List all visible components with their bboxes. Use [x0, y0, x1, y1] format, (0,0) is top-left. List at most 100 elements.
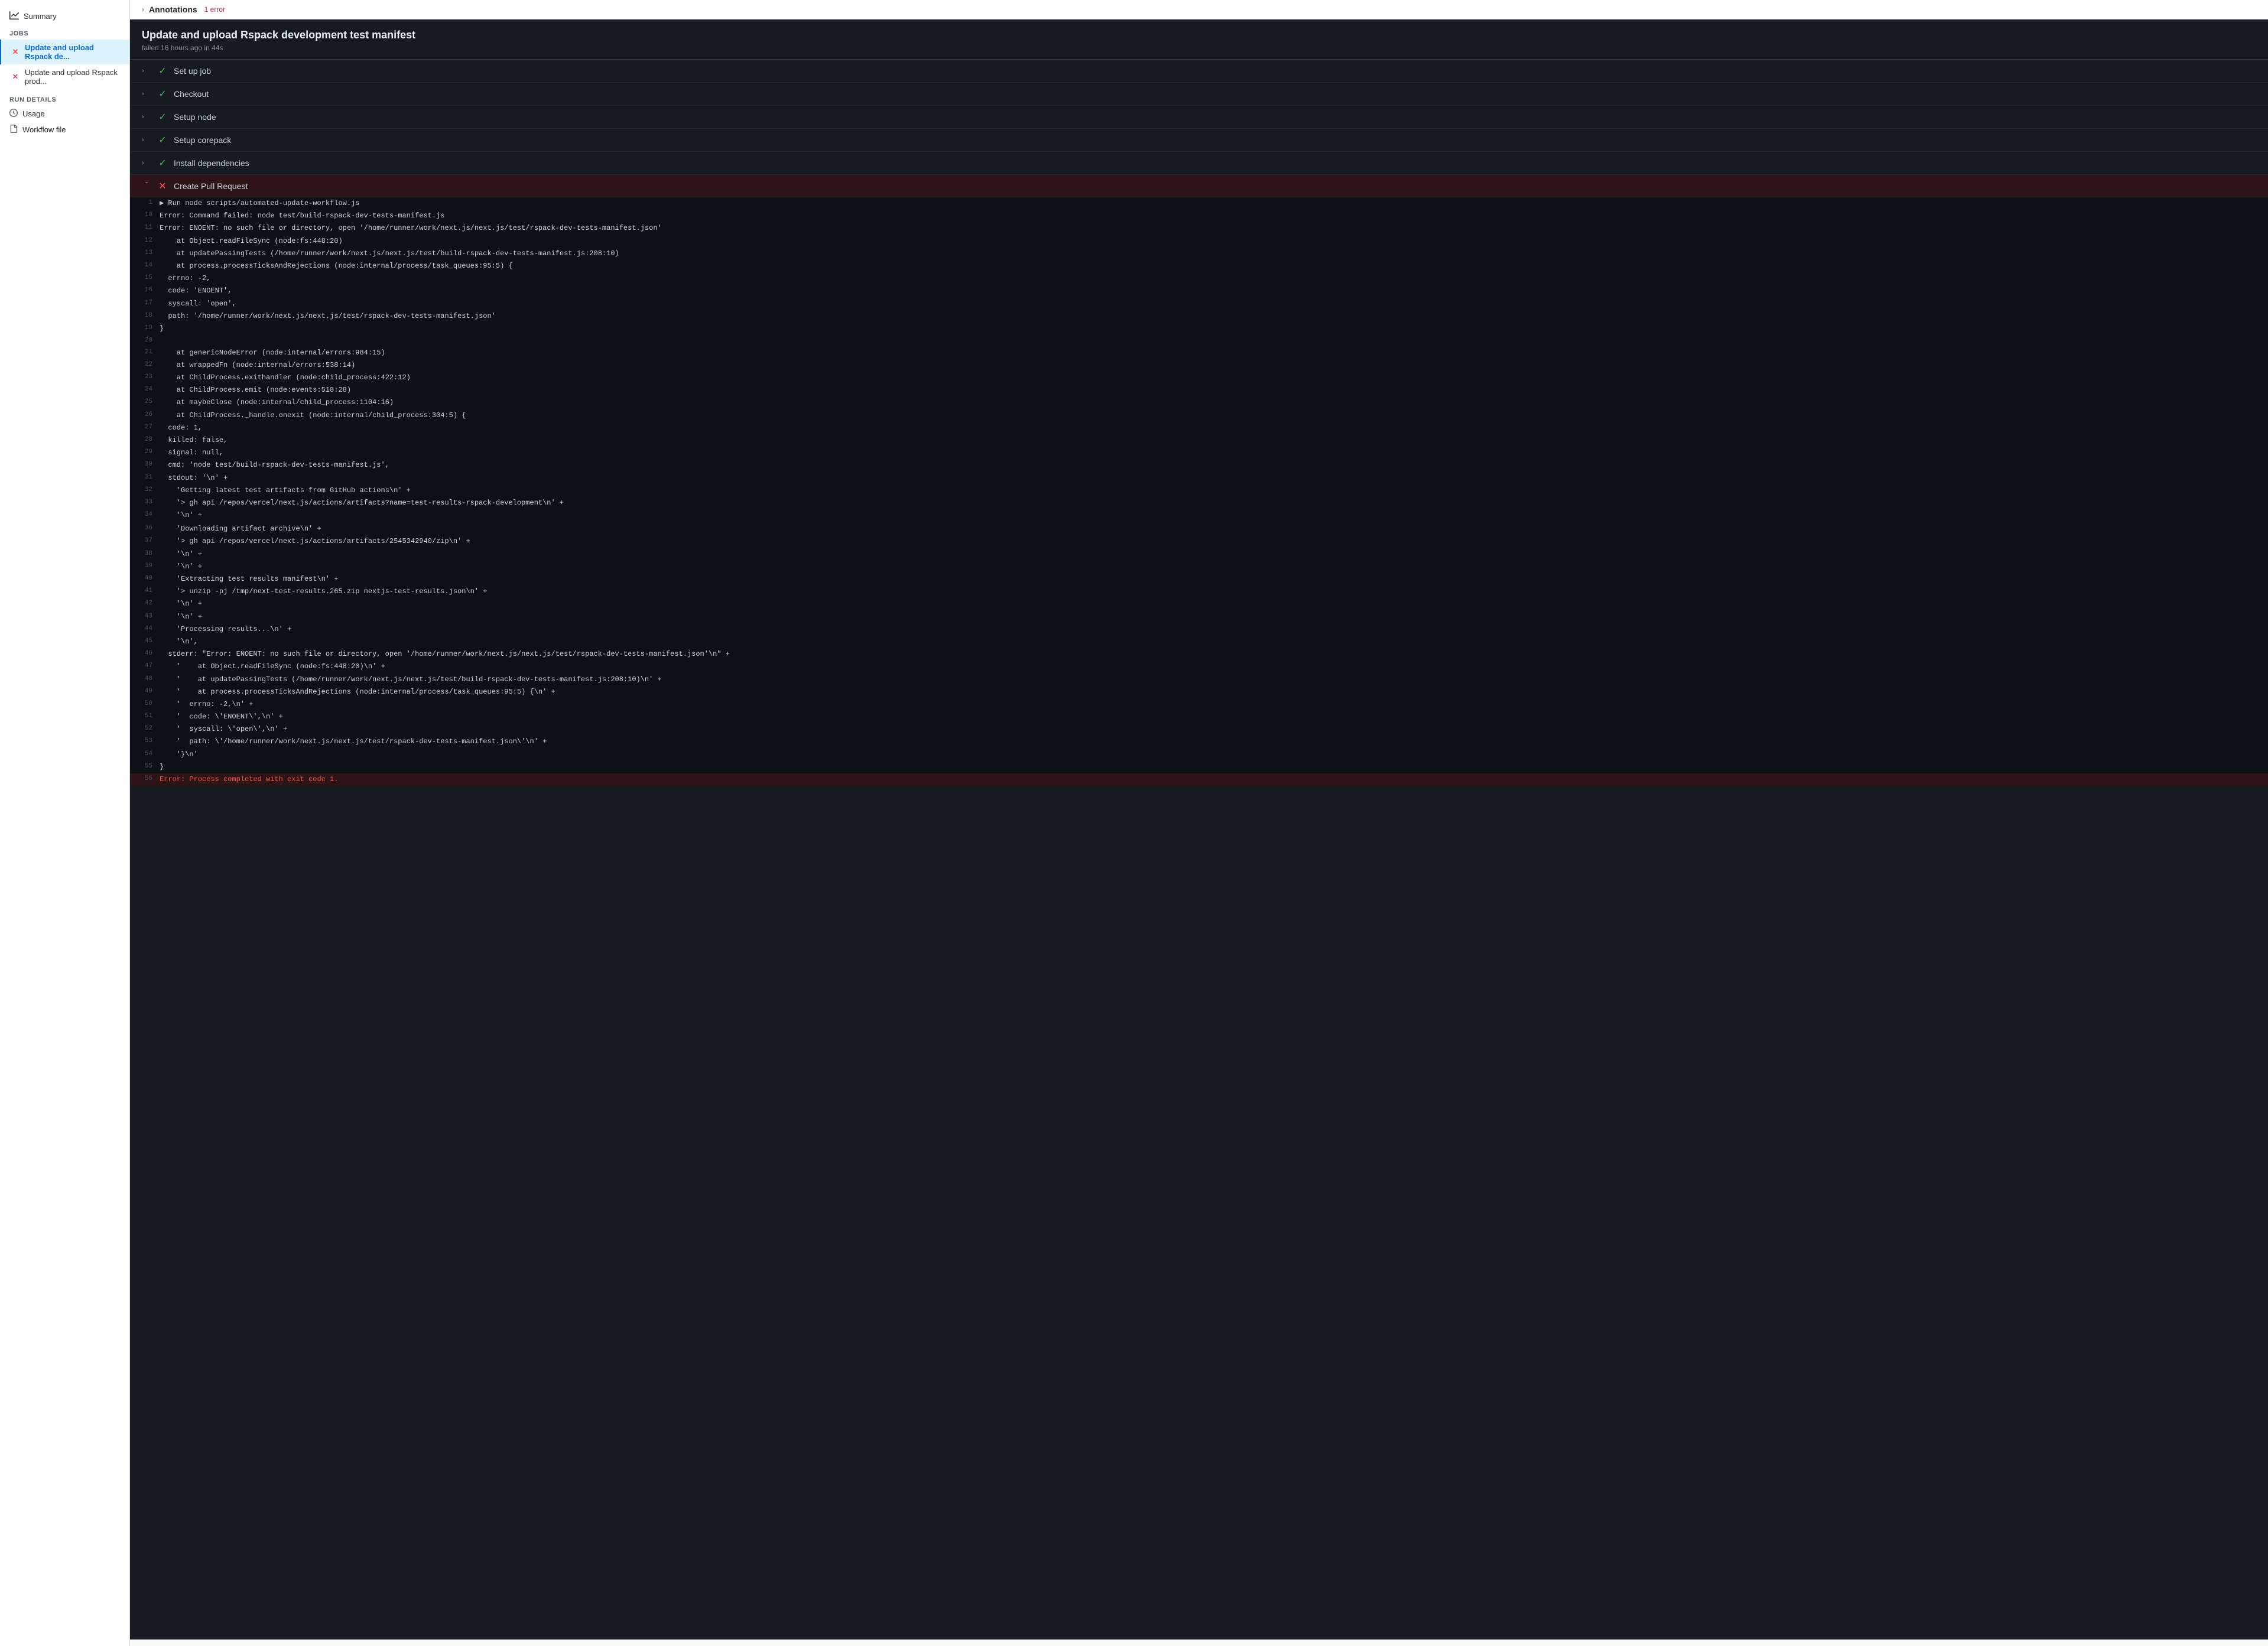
step-label: Setup corepack — [174, 135, 2256, 145]
log-line-number: 38 — [130, 549, 160, 559]
log-line: 23 at ChildProcess.exithandler (node:chi… — [130, 372, 2268, 384]
step-setup-job[interactable]: › ✓ Set up job — [130, 60, 2268, 83]
log-line: 33 '> gh api /repos/vercel/next.js/actio… — [130, 497, 2268, 509]
log-line-content: '\n' + — [160, 611, 2268, 623]
log-line-content: '\n' + — [160, 598, 2268, 610]
log-line-content: ' at updatePassingTests (/home/runner/wo… — [160, 674, 2268, 685]
sidebar-item-summary[interactable]: Summary — [0, 7, 129, 25]
log-line-number: 15 — [130, 273, 160, 284]
log-line-content: ' syscall: \'open\',\n' + — [160, 724, 2268, 735]
log-line-number: 49 — [130, 687, 160, 697]
sidebar-job2-label: Update and upload Rspack prod... — [25, 68, 120, 86]
step-install-deps[interactable]: › ✓ Install dependencies — [130, 152, 2268, 175]
log-line: 40 'Extracting test results manifest\n' … — [130, 573, 2268, 585]
log-line-content: } — [160, 323, 2268, 334]
log-line-content: at process.processTicksAndRejections (no… — [160, 261, 2268, 272]
log-line-number: 25 — [130, 397, 160, 408]
log-container: 1▶ Run node scripts/automated-update-wor… — [130, 197, 2268, 786]
log-line-number: 18 — [130, 311, 160, 321]
step-chevron-icon: › — [142, 113, 151, 121]
sidebar-item-job2[interactable]: ✕ Update and upload Rspack prod... — [0, 64, 129, 89]
log-line-content: stderr: "Error: ENOENT: no such file or … — [160, 649, 2268, 660]
log-line-number: 14 — [130, 261, 160, 271]
log-line-number: 44 — [130, 624, 160, 635]
log-line: 47 ' at Object.readFileSync (node:fs:448… — [130, 661, 2268, 673]
jobs-header: Jobs — [0, 25, 129, 40]
sidebar-workflow-label: Workflow file — [22, 125, 66, 134]
log-line-number: 50 — [130, 699, 160, 710]
log-line-number: 11 — [130, 223, 160, 233]
step-label: Create Pull Request — [174, 181, 2256, 191]
step-setup-corepack[interactable]: › ✓ Setup corepack — [130, 129, 2268, 152]
log-line: 51 ' code: \'ENOENT\',\n' + — [130, 711, 2268, 723]
step-checkout[interactable]: › ✓ Checkout — [130, 83, 2268, 106]
log-line-number: 40 — [130, 574, 160, 584]
step-setup-node[interactable]: › ✓ Setup node — [130, 106, 2268, 129]
log-line: 53 ' path: \'/home/runner/work/next.js/n… — [130, 736, 2268, 748]
job1-error-icon: ✕ — [11, 47, 20, 57]
log-line-number: 34 — [130, 510, 160, 521]
sidebar: Summary Jobs ✕ Update and upload Rspack … — [0, 0, 130, 1646]
steps-list: › ✓ Set up job › ✓ Checkout › ✓ Setup no… — [130, 60, 2268, 786]
summary-icon — [9, 11, 19, 22]
log-line-number: 41 — [130, 586, 160, 597]
log-line-content: ' at Object.readFileSync (node:fs:448:20… — [160, 661, 2268, 672]
log-line-number: 32 — [130, 485, 160, 496]
log-line: 20 — [130, 335, 2268, 347]
log-line: 44 'Processing results...\n' + — [130, 623, 2268, 636]
log-line-number: 13 — [130, 248, 160, 259]
log-line: 27 code: 1, — [130, 422, 2268, 434]
step-create-pr[interactable]: › ✕ Create Pull Request — [130, 175, 2268, 197]
sidebar-item-workflow-file[interactable]: Workflow file — [0, 122, 129, 138]
log-line: 16 code: 'ENOENT', — [130, 285, 2268, 297]
log-line-content: '}\n' — [160, 749, 2268, 760]
log-line-number: 52 — [130, 724, 160, 734]
log-line-number: 48 — [130, 674, 160, 685]
log-line-content: at maybeClose (node:internal/child_proce… — [160, 397, 2268, 408]
log-line: 22 at wrappedFn (node:internal/errors:53… — [130, 359, 2268, 372]
log-line-content: code: 1, — [160, 422, 2268, 434]
log-line: 19} — [130, 323, 2268, 335]
log-line: 30 cmd: 'node test/build-rspack-dev-test… — [130, 459, 2268, 471]
log-line-content: syscall: 'open', — [160, 298, 2268, 310]
log-line-content: '\n', — [160, 636, 2268, 648]
log-line-content: at updatePassingTests (/home/runner/work… — [160, 248, 2268, 259]
log-line-content: Error: Process completed with exit code … — [160, 774, 2268, 785]
log-line: 10Error: Command failed: node test/build… — [130, 210, 2268, 222]
log-line-number: 42 — [130, 598, 160, 609]
step-chevron-icon: › — [142, 160, 151, 167]
log-line-number: 22 — [130, 360, 160, 370]
log-line: 1▶ Run node scripts/automated-update-wor… — [130, 197, 2268, 210]
log-line-content: at wrappedFn (node:internal/errors:538:1… — [160, 360, 2268, 371]
annotations-title: Annotations — [149, 5, 197, 14]
log-line-number: 16 — [130, 285, 160, 296]
annotations-subtitle: 1 error — [204, 5, 225, 14]
log-line: 25 at maybeClose (node:internal/child_pr… — [130, 396, 2268, 409]
annotations-chevron-icon[interactable]: › — [142, 5, 144, 14]
step-chevron-icon: › — [142, 90, 151, 97]
log-line: 38 '\n' + — [130, 548, 2268, 561]
clock-icon — [9, 109, 18, 119]
log-line-number: 45 — [130, 636, 160, 647]
log-line-number: 1 — [130, 198, 160, 209]
log-line-number: 46 — [130, 649, 160, 659]
log-line-content: at ChildProcess._handle.onexit (node:int… — [160, 410, 2268, 421]
log-line-number: 51 — [130, 711, 160, 722]
log-line: 26 at ChildProcess._handle.onexit (node:… — [130, 409, 2268, 422]
sidebar-item-usage[interactable]: Usage — [0, 106, 129, 122]
log-line: 15 errno: -2, — [130, 272, 2268, 285]
log-line-content: ' path: \'/home/runner/work/next.js/next… — [160, 736, 2268, 747]
log-line-content: 'Extracting test results manifest\n' + — [160, 574, 2268, 585]
log-line-content: '> gh api /repos/vercel/next.js/actions/… — [160, 536, 2268, 547]
log-line-number: 27 — [130, 422, 160, 433]
log-line-number: 23 — [130, 372, 160, 383]
log-line-content: 'Getting latest test artifacts from GitH… — [160, 485, 2268, 496]
log-line-number: 26 — [130, 410, 160, 421]
log-line: 54 '}\n' — [130, 749, 2268, 761]
log-line-number: 10 — [130, 210, 160, 221]
sidebar-item-job1[interactable]: ✕ Update and upload Rspack de... — [0, 40, 129, 64]
step-chevron-down-icon: › — [143, 181, 150, 191]
log-line-content: at ChildProcess.emit (node:events:518:28… — [160, 385, 2268, 396]
log-line: 18 path: '/home/runner/work/next.js/next… — [130, 310, 2268, 323]
log-line-number: 37 — [130, 536, 160, 547]
